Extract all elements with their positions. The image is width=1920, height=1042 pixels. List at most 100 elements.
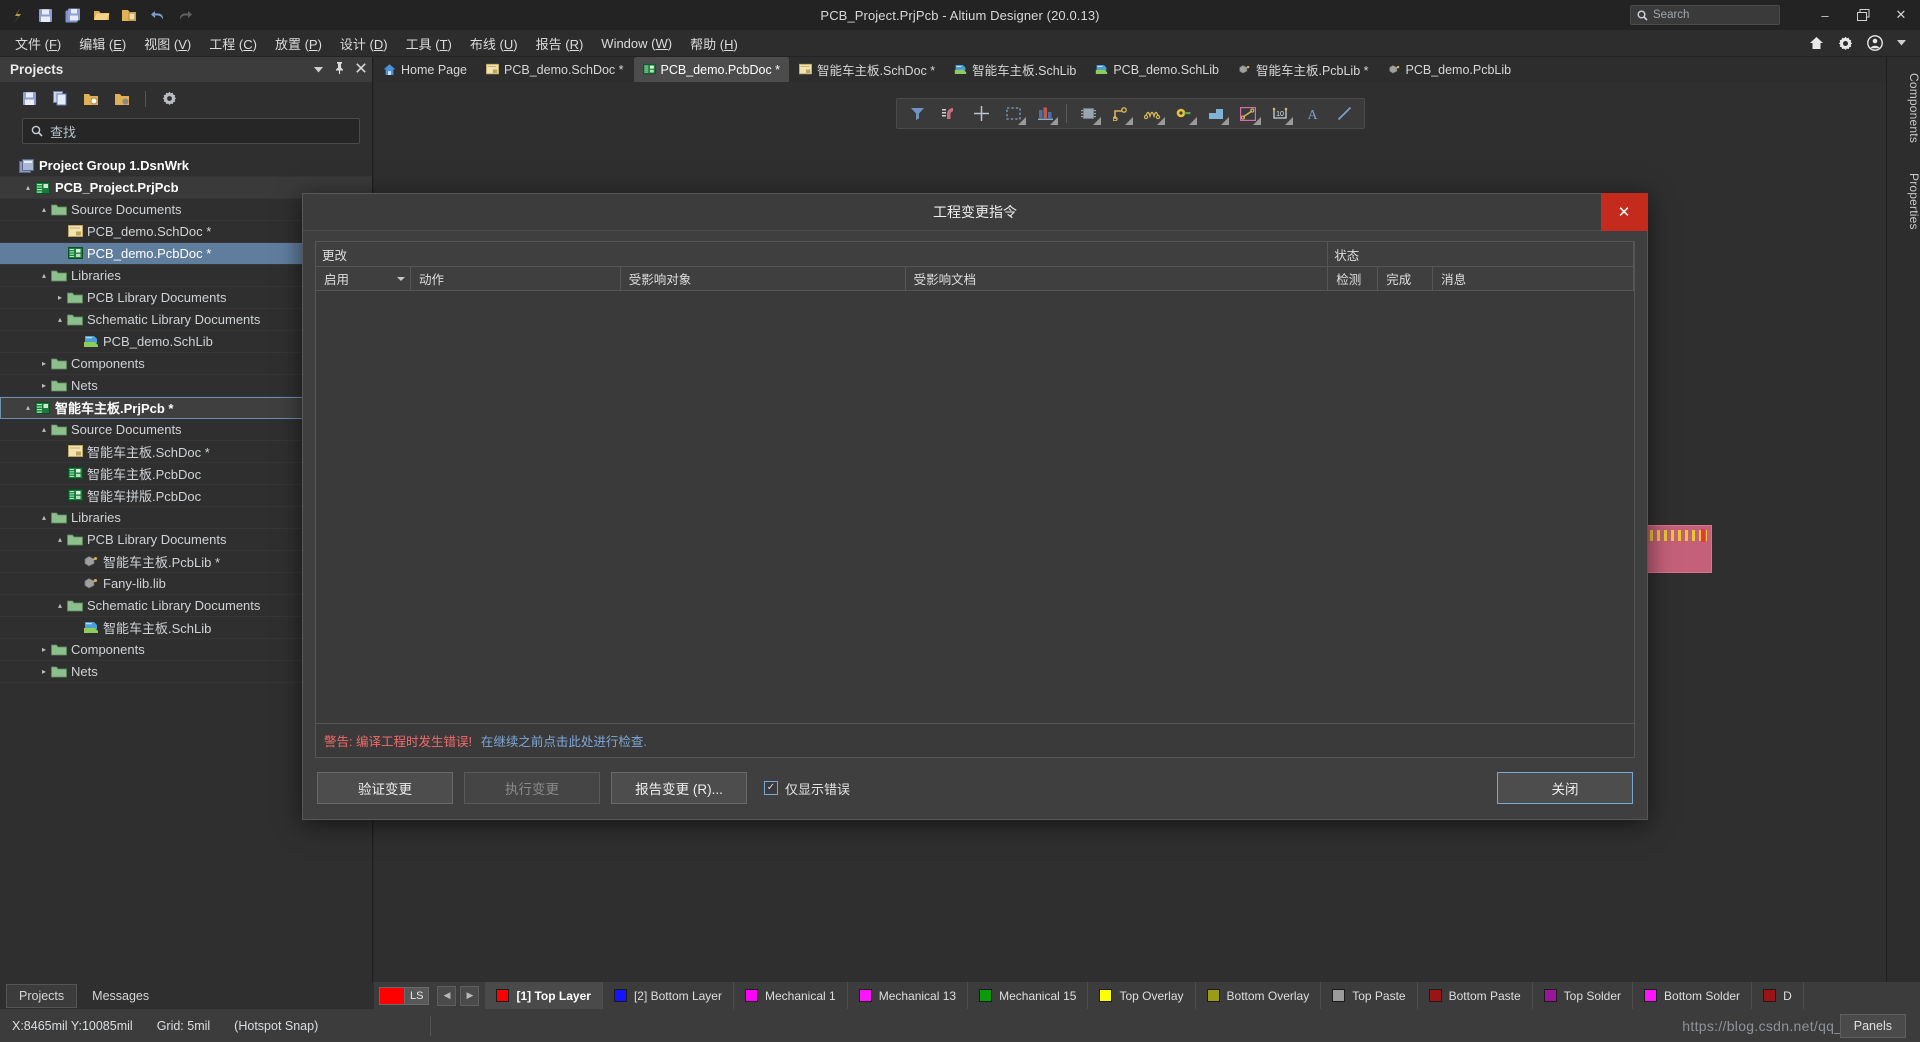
component-place-icon[interactable] — [1030, 100, 1060, 127]
save-all-icon[interactable] — [60, 3, 86, 27]
layer-tab[interactable]: [1] Top Layer — [485, 982, 603, 1009]
line-icon[interactable] — [1329, 100, 1359, 127]
layer-tab[interactable]: Top Solder — [1533, 982, 1634, 1009]
menu-project[interactable]: 工程 (C) — [200, 30, 266, 57]
layer-next-button[interactable]: ▶ — [460, 985, 480, 1006]
altium-logo-icon[interactable] — [4, 3, 30, 27]
warning-link-text[interactable]: 在继续之前点击此处进行检查. — [481, 731, 647, 750]
save-icon[interactable] — [16, 87, 42, 111]
collapse-arrow-icon[interactable]: ▸ — [38, 667, 50, 676]
close-icon[interactable] — [356, 63, 366, 76]
open-folder-icon[interactable] — [88, 3, 114, 27]
document-tab[interactable]: PCB_demo.PcbLib — [1379, 57, 1522, 82]
grid-column-header[interactable]: 完成 — [1378, 267, 1434, 290]
gear-icon[interactable] — [156, 87, 182, 111]
minimize-button[interactable]: – — [1806, 0, 1844, 30]
panel-tab[interactable]: Projects — [6, 983, 78, 1008]
chevron-down-icon[interactable] — [396, 276, 405, 281]
copy-icon[interactable] — [47, 87, 73, 111]
layer-tab[interactable]: Top Paste — [1321, 982, 1418, 1009]
grid-column-header[interactable]: 启用 — [316, 267, 411, 290]
menu-design[interactable]: 设计 (D) — [331, 30, 397, 57]
expand-arrow-icon[interactable]: ▴ — [38, 271, 50, 280]
grid-column-header[interactable]: 受影响对象 — [620, 267, 906, 290]
global-search-input[interactable]: Search — [1630, 5, 1780, 25]
close-dialog-button[interactable]: 关闭 — [1497, 772, 1633, 804]
grid-column-header[interactable]: 受影响文档 — [905, 267, 1329, 290]
menu-reports[interactable]: 报告 (R) — [527, 30, 593, 57]
expand-arrow-icon[interactable]: ▴ — [38, 205, 50, 214]
warning-bar[interactable]: 警告: 编译工程时发生错误! 在继续之前点击此处进行检查. — [315, 724, 1635, 758]
close-icon[interactable]: ✕ — [1601, 193, 1647, 231]
layer-tab[interactable]: [2] Bottom Layer — [603, 982, 734, 1009]
menu-tools[interactable]: 工具 (T) — [397, 30, 461, 57]
menu-help[interactable]: 帮助 (H) — [681, 30, 747, 57]
collapse-arrow-icon[interactable]: ▸ — [38, 645, 50, 654]
magnet-icon[interactable] — [934, 100, 964, 127]
document-tab[interactable]: 智能车主板.SchDoc * — [790, 57, 946, 82]
grid-column-header[interactable]: 消息 — [1433, 267, 1635, 290]
select-area-icon[interactable] — [998, 100, 1028, 127]
polygon-pour-icon[interactable] — [1201, 100, 1231, 127]
open-project-icon[interactable] — [78, 87, 104, 111]
chevron-down-icon[interactable] — [314, 64, 323, 76]
menu-view[interactable]: 视图 (V) — [135, 30, 200, 57]
expand-arrow-icon[interactable]: ▴ — [54, 315, 66, 324]
via-icon[interactable] — [1169, 100, 1199, 127]
layer-tab[interactable]: Bottom Overlay — [1196, 982, 1322, 1009]
save-icon[interactable] — [32, 3, 58, 27]
menu-file[interactable]: 文件 (F) — [6, 30, 70, 57]
document-tab[interactable]: 智能车主板.SchLib — [945, 57, 1087, 82]
expand-arrow-icon[interactable]: ▴ — [38, 513, 50, 522]
text-icon[interactable]: A — [1297, 100, 1327, 127]
grid-body-empty[interactable] — [316, 291, 1634, 723]
panels-button[interactable]: Panels — [1839, 1013, 1906, 1038]
home-icon[interactable] — [1809, 36, 1824, 50]
grid-column-header[interactable]: 检测 — [1328, 267, 1379, 290]
crosshair-icon[interactable] — [966, 100, 996, 127]
project-options-icon[interactable] — [109, 87, 135, 111]
document-tab[interactable]: PCB_demo.PcbDoc * — [633, 57, 791, 82]
menu-edit[interactable]: 编辑 (E) — [70, 30, 135, 57]
ruler-icon[interactable]: 10 — [1265, 100, 1295, 127]
expand-arrow-icon[interactable]: ▴ — [54, 535, 66, 544]
expand-arrow-icon[interactable]: ▴ — [38, 425, 50, 434]
tree-search-input[interactable]: 查找 — [22, 118, 360, 144]
panel-tab[interactable]: Messages — [79, 984, 162, 1008]
gear-icon[interactable] — [1838, 36, 1853, 51]
layer-tab[interactable]: Mechanical 13 — [848, 982, 969, 1009]
layer-set-selector[interactable]: LS — [379, 986, 430, 1005]
report-changes-button[interactable]: 报告变更 (R)... — [611, 772, 747, 804]
collapse-arrow-icon[interactable]: ▸ — [54, 293, 66, 302]
layer-tab[interactable]: Mechanical 1 — [734, 982, 848, 1009]
maximize-restore-button[interactable] — [1844, 0, 1882, 30]
layer-prev-button[interactable]: ◀ — [437, 985, 457, 1006]
grid-column-header[interactable]: 动作 — [410, 267, 621, 290]
layer-tab[interactable]: Mechanical 15 — [968, 982, 1089, 1009]
pin-icon[interactable] — [334, 62, 345, 77]
filter-icon[interactable] — [902, 100, 932, 127]
only-show-errors-checkbox[interactable]: ✓ 仅显示错误 — [764, 779, 850, 798]
account-icon[interactable] — [1867, 35, 1883, 51]
differential-pair-icon[interactable] — [1137, 100, 1167, 127]
undo-icon[interactable] — [144, 3, 170, 27]
document-tab[interactable]: PCB_demo.SchDoc * — [477, 57, 634, 82]
expand-arrow-icon[interactable]: ▴ — [22, 403, 34, 412]
dimension-icon[interactable] — [1233, 100, 1263, 127]
menu-route[interactable]: 布线 (U) — [461, 30, 527, 57]
menu-window[interactable]: Window (W) — [592, 32, 681, 55]
collapse-arrow-icon[interactable]: ▸ — [38, 381, 50, 390]
validate-changes-button[interactable]: 验证变更 — [317, 772, 453, 804]
layer-tab[interactable]: D — [1752, 982, 1804, 1009]
dock-tab-components[interactable]: Components — [1887, 65, 1920, 151]
chevron-down-icon[interactable] — [1897, 40, 1906, 46]
menu-place[interactable]: 放置 (P) — [266, 30, 331, 57]
expand-arrow-icon[interactable]: ▴ — [54, 601, 66, 610]
expand-arrow-icon[interactable]: ▴ — [22, 183, 34, 192]
layer-tab[interactable]: Bottom Solder — [1633, 982, 1753, 1009]
open-project-icon[interactable] — [116, 3, 142, 27]
route-trace-icon[interactable] — [1105, 100, 1135, 127]
dock-tab-properties[interactable]: Properties — [1887, 165, 1920, 238]
layer-tab[interactable]: Bottom Paste — [1418, 982, 1533, 1009]
close-window-button[interactable]: ✕ — [1882, 0, 1920, 30]
